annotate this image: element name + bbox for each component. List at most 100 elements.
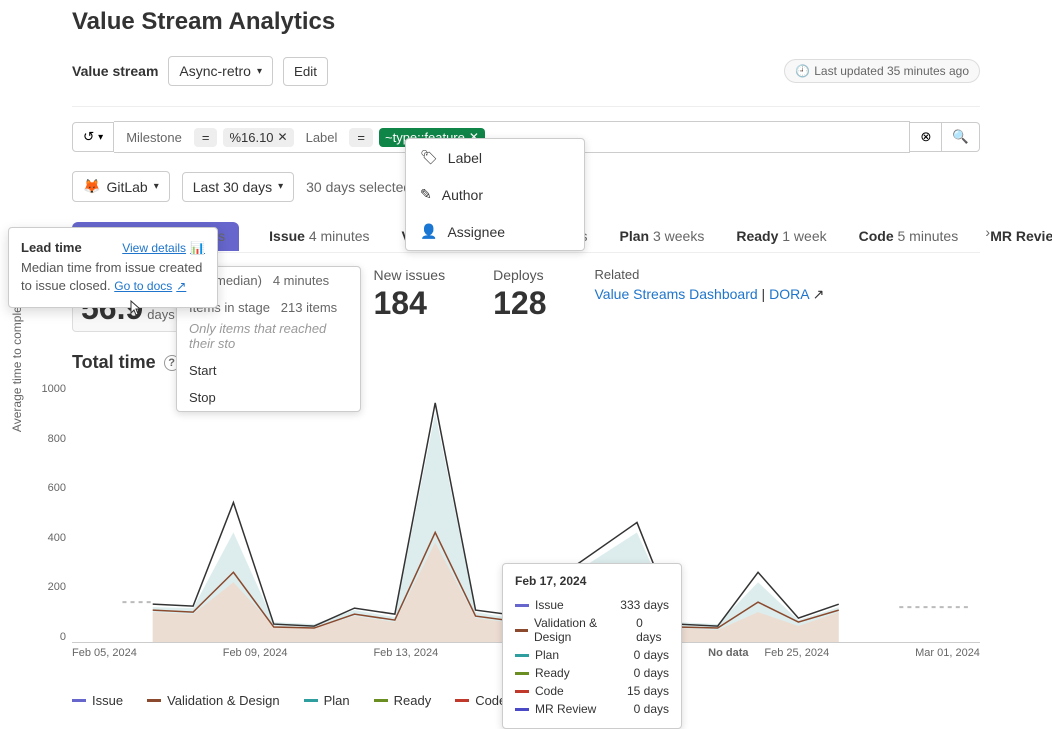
tab-ready[interactable]: Ready 1 week (734, 220, 828, 252)
y-tick: 1000 (36, 383, 66, 395)
x-tick: Feb 05, 2024 (72, 647, 137, 659)
suggest-item-assignee[interactable]: 👤 Assignee (406, 213, 584, 250)
legend-label: Plan (324, 693, 350, 708)
link-vsd[interactable]: Value Streams Dashboard (594, 286, 757, 302)
last-updated-badge: 🕘 Last updated 35 minutes ago (784, 59, 980, 83)
legend-item[interactable]: Validation & Design (147, 693, 280, 708)
tip-label: Ready (535, 666, 570, 680)
lead-time-tooltip: Lead time View details 📊 Median time fro… (8, 227, 218, 308)
value-stream-dropdown[interactable]: Async-retro ▾ (168, 56, 273, 86)
date-range-dropdown[interactable]: Last 30 days ▾ (182, 172, 294, 202)
tip-value: 0 days (634, 702, 669, 716)
suggest-text: Assignee (447, 224, 505, 240)
tab-label: Ready (736, 228, 778, 244)
hover-start[interactable]: Start (177, 357, 360, 384)
tip-label: Plan (535, 648, 559, 662)
filter-val-milestone[interactable]: %16.10 ✕ (223, 128, 293, 147)
suggest-text: Label (448, 150, 482, 166)
chevron-down-icon: ▾ (154, 181, 159, 192)
legend-item[interactable]: Ready (374, 693, 432, 708)
hover-stop[interactable]: Stop (177, 384, 360, 411)
tip-label: Validation & Design (534, 616, 630, 644)
legend-swatch (455, 699, 469, 702)
tab-label: Code (859, 228, 894, 244)
metric-value: 128 (493, 285, 546, 322)
filter-op-eq: = (349, 128, 373, 147)
chevron-down-icon: ▾ (257, 66, 262, 77)
x-tick: Mar 01, 2024 (915, 647, 980, 659)
tab-issue[interactable]: Issue 4 minutes (267, 220, 371, 252)
tab-value: 1 week (782, 228, 826, 244)
y-tick: 200 (36, 581, 66, 593)
gitlab-icon: 🦊 (83, 178, 100, 195)
history-icon: ↺ (83, 129, 94, 145)
scroll-right-button[interactable]: › (985, 224, 990, 240)
legend-swatch (147, 699, 161, 702)
tab-label: MR Review (990, 228, 1052, 244)
metric-deploys[interactable]: Deploys 128 (493, 267, 546, 322)
go-to-docs-link[interactable]: Go to docs ↗ (114, 278, 186, 295)
no-data-label: No data (708, 647, 748, 659)
tip-value: 333 days (620, 598, 669, 612)
suggest-item-label[interactable]: 🏷Label (406, 139, 584, 176)
view-details-link[interactable]: View details 📊 (122, 241, 205, 255)
hint-text-value: 30 days selected (306, 179, 411, 195)
legend-item[interactable]: Issue (72, 693, 123, 708)
metric-new-issues[interactable]: New issues 184 (374, 267, 446, 322)
filter-key-label[interactable]: Label (300, 128, 344, 147)
pencil-icon: ✎ (420, 186, 432, 203)
tip-value: 0 days (634, 666, 669, 680)
tip-value: 0 days (636, 616, 669, 644)
tip-value: 0 days (634, 648, 669, 662)
x-tick: Feb 13, 2024 (373, 647, 438, 659)
metric-label: New issues (374, 267, 446, 283)
tip-label: MR Review (535, 702, 596, 716)
metric-related: Related Value Streams Dashboard | DORA ↗ (594, 267, 824, 303)
tab-label: Issue (269, 228, 305, 244)
x-tick: Feb 09, 2024 (223, 647, 288, 659)
value-stream-selected: Async-retro (179, 63, 251, 79)
suggest-text: Author (442, 187, 483, 203)
close-icon[interactable]: ✕ (278, 130, 288, 144)
metric-value: 184 (374, 285, 427, 322)
clear-icon: ⊗ (920, 129, 931, 144)
tab-value: 3 weeks (653, 228, 704, 244)
user-icon: 👤 (420, 223, 437, 240)
chart-tooltip: Feb 17, 2024 Issue333 days Validation & … (502, 563, 682, 729)
view-details-text: View details (122, 241, 186, 255)
filter-key-milestone[interactable]: Milestone (120, 128, 188, 147)
divider (72, 106, 980, 107)
legend-label: Validation & Design (167, 693, 280, 708)
chevron-down-icon: ▾ (278, 181, 283, 192)
y-tick: 0 (36, 631, 66, 643)
external-link-icon: ↗ (176, 278, 186, 295)
total-time-chart[interactable]: Average time to completion (days) 0 200 … (72, 383, 980, 663)
hover-items-value: 213 items (281, 300, 337, 315)
last-updated-text: Last updated 35 minutes ago (814, 64, 969, 78)
legend-label: Ready (394, 693, 432, 708)
docs-text: Go to docs (114, 278, 172, 295)
tab-code[interactable]: Code 5 minutes (857, 220, 961, 252)
link-dora[interactable]: DORA (769, 286, 809, 302)
y-axis-ticks: 0 200 400 600 800 1000 (36, 383, 66, 643)
suggest-item-author[interactable]: ✎ Author (406, 176, 584, 213)
y-tick: 800 (36, 433, 66, 445)
search-button[interactable]: 🔍 (942, 122, 980, 152)
clear-filters-button[interactable]: ⊗ (910, 122, 942, 152)
date-range-label: Last 30 days (193, 179, 272, 195)
cursor-pointer-icon (126, 300, 144, 320)
tab-mr-review[interactable]: MR Review 2 days (988, 220, 1052, 252)
chart-icon: 📊 (190, 241, 205, 255)
legend-item[interactable]: Plan (304, 693, 350, 708)
legend-item[interactable]: Code (455, 693, 506, 708)
metric-unit: days (147, 307, 174, 322)
value-stream-label: Value stream (72, 63, 158, 79)
tip-label: Issue (535, 598, 564, 612)
history-button[interactable]: ↺ ▾ (72, 122, 114, 152)
legend-swatch (374, 699, 388, 702)
tab-plan[interactable]: Plan 3 weeks (618, 220, 707, 252)
metric-label: Deploys (493, 267, 546, 283)
tab-value: 5 minutes (898, 228, 959, 244)
edit-button[interactable]: Edit (283, 57, 328, 86)
project-dropdown[interactable]: 🦊 GitLab ▾ (72, 171, 170, 202)
